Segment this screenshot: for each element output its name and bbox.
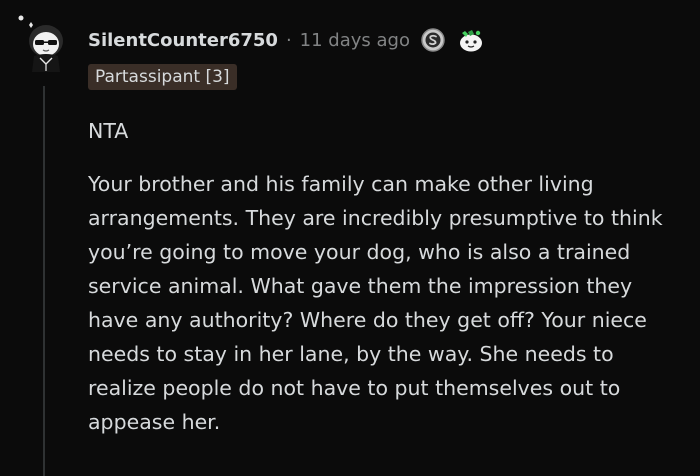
comment-paragraph: Your brother and his family can make oth… xyxy=(88,172,663,434)
wholesome-award-icon[interactable] xyxy=(456,27,482,53)
timestamp-link[interactable]: 11 days ago xyxy=(300,30,410,51)
comment-body: NTA Your brother and his family can make… xyxy=(88,114,688,439)
comment-verdict: NTA xyxy=(88,119,129,143)
comment-header: SilentCounter6750 · 11 days ago xyxy=(88,25,482,55)
comment: SilentCounter6750 · 11 days ago Partassi… xyxy=(0,0,700,476)
avatar-icon xyxy=(18,15,63,72)
meta-separator: · xyxy=(285,29,292,51)
avatar[interactable] xyxy=(18,14,70,74)
user-flair: Partassipant [3] xyxy=(88,64,237,90)
silver-award-icon[interactable] xyxy=(420,27,446,53)
username-link[interactable]: SilentCounter6750 xyxy=(88,30,278,51)
thread-collapse-line[interactable] xyxy=(43,86,45,476)
